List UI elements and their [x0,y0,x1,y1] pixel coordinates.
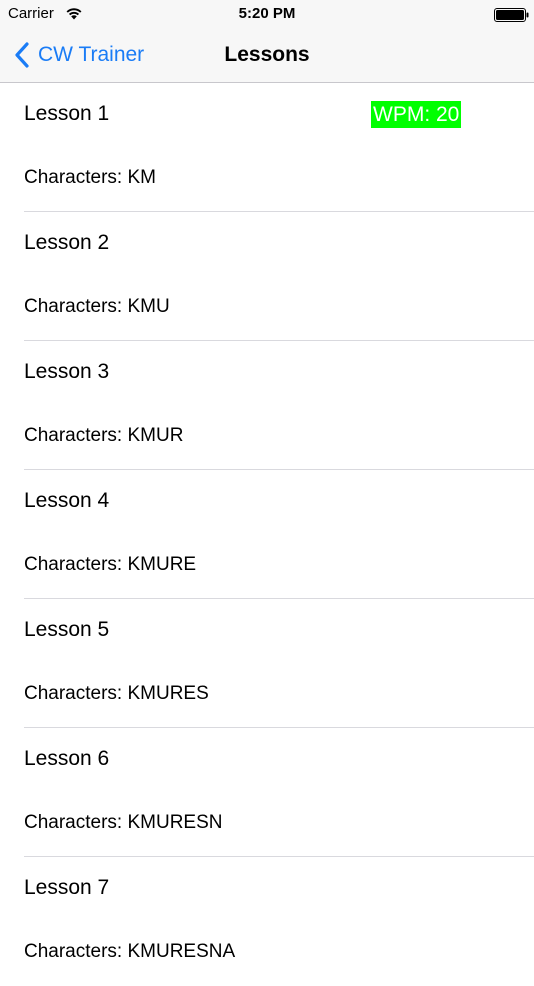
lesson-title: Lesson 7 [24,876,110,899]
lesson-characters: Characters: KMURE [24,554,197,575]
lesson-characters: Characters: KMURES [24,683,209,704]
lesson-characters: Characters: KMURESNA [24,941,236,962]
lesson-characters: Characters: KMURESN [24,812,223,833]
lesson-row-1[interactable]: Lesson 1 WPM: 20 Characters: KM [0,83,534,212]
lesson-row-3[interactable]: Lesson 3 Characters: KMUR [0,341,534,470]
lesson-title: Lesson 2 [24,231,110,254]
status-time: 5:20 PM [238,5,296,22]
lesson-title: Lesson 1 [24,102,110,125]
lesson-row-2[interactable]: Lesson 2 Characters: KMU [0,212,534,341]
lesson-characters: Characters: KMUR [24,425,184,446]
lesson-row-4[interactable]: Lesson 4 Characters: KMURE [0,470,534,599]
lesson-row-6[interactable]: Lesson 6 Characters: KMURESN [0,728,534,857]
wpm-badge: WPM: 20 [371,101,462,128]
lesson-title: Lesson 6 [24,747,110,770]
lesson-title: Lesson 3 [24,360,110,383]
lesson-row-7[interactable]: Lesson 7 Characters: KMURESNA [0,857,534,986]
lesson-list: Lesson 1 WPM: 20 Characters: KM Lesson 2… [0,83,534,986]
status-bar: Carrier 5:20 PM [0,0,534,28]
lesson-title: Lesson 5 [24,618,110,641]
lesson-characters: Characters: KMU [24,296,170,317]
lesson-title: Lesson 4 [24,489,110,512]
navigation-bar: CW Trainer Lessons [0,28,534,83]
battery-icon [494,8,529,22]
lesson-characters: Characters: KM [24,167,156,188]
page-title: Lessons [224,43,310,66]
lesson-row-5[interactable]: Lesson 5 Characters: KMURES [0,599,534,728]
